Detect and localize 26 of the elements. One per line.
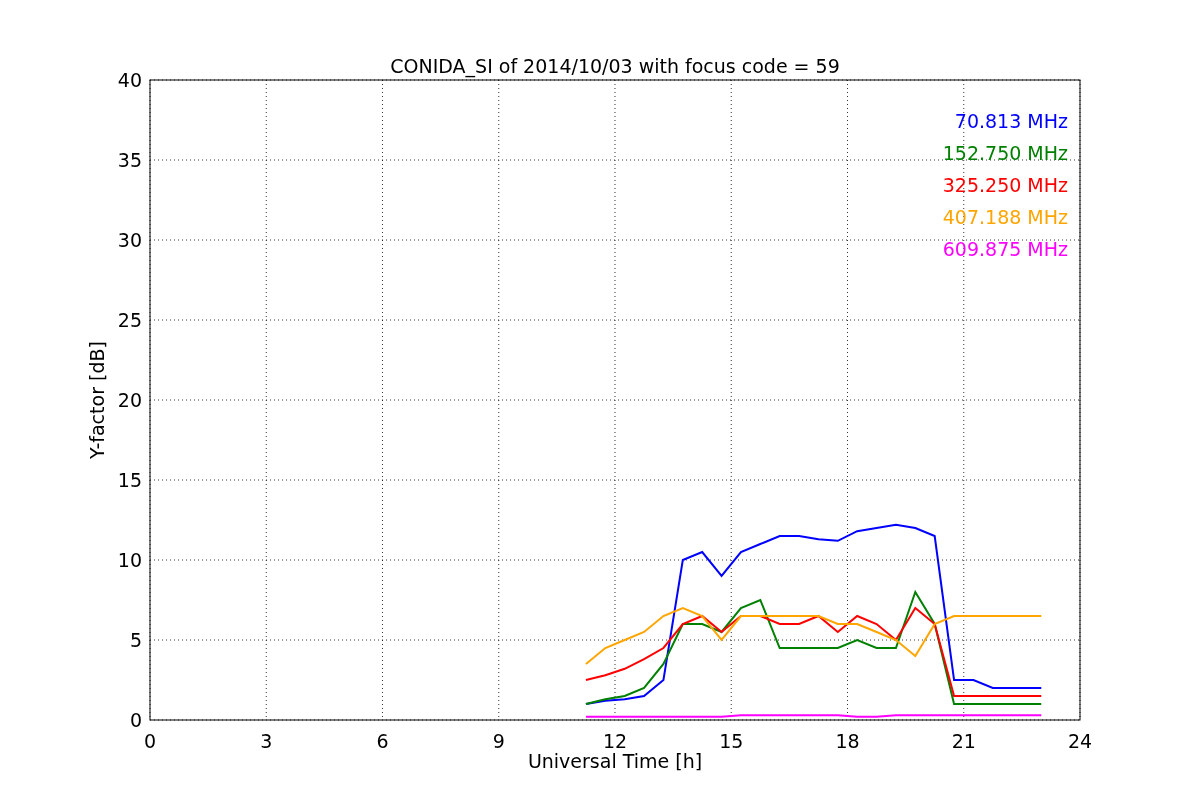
x-tick-label: 0: [143, 730, 157, 752]
x-tick-label: 18: [835, 730, 860, 752]
chart-title: CONIDA_SI of 2014/10/03 with focus code = 59: [390, 55, 840, 77]
y-tick-label: 25: [117, 309, 142, 331]
y-axis-label: Y-factor [dB]: [86, 341, 108, 459]
x-tick-label: 9: [492, 730, 505, 752]
y-tick-label: 0: [129, 709, 142, 731]
legend-label: 152.750 MHz: [942, 142, 1068, 164]
y-tick-label: 35: [117, 149, 142, 171]
x-tick-label: 6: [376, 730, 389, 752]
x-tick-label: 12: [602, 730, 628, 752]
y-tick-label: 15: [117, 469, 142, 491]
legend-label: 609.875 MHz: [942, 238, 1068, 260]
x-axis-label: Universal Time [h]: [527, 750, 703, 772]
legend-label: 70.813 MHz: [954, 110, 1068, 132]
y-tick-label: 10: [117, 549, 142, 571]
x-tick-label: 15: [719, 730, 744, 752]
x-tick-label: 21: [951, 730, 976, 752]
y-tick-label: 20: [117, 389, 142, 411]
y-tick-label: 40: [117, 69, 142, 91]
y-tick-label: 30: [117, 229, 142, 251]
legend-label: 407.188 MHz: [942, 206, 1068, 228]
legend-label: 325.250 MHz: [942, 174, 1068, 196]
x-tick-label: 24: [1067, 730, 1093, 752]
y-tick-label: 5: [129, 629, 142, 651]
x-tick-label: 3: [260, 730, 273, 752]
